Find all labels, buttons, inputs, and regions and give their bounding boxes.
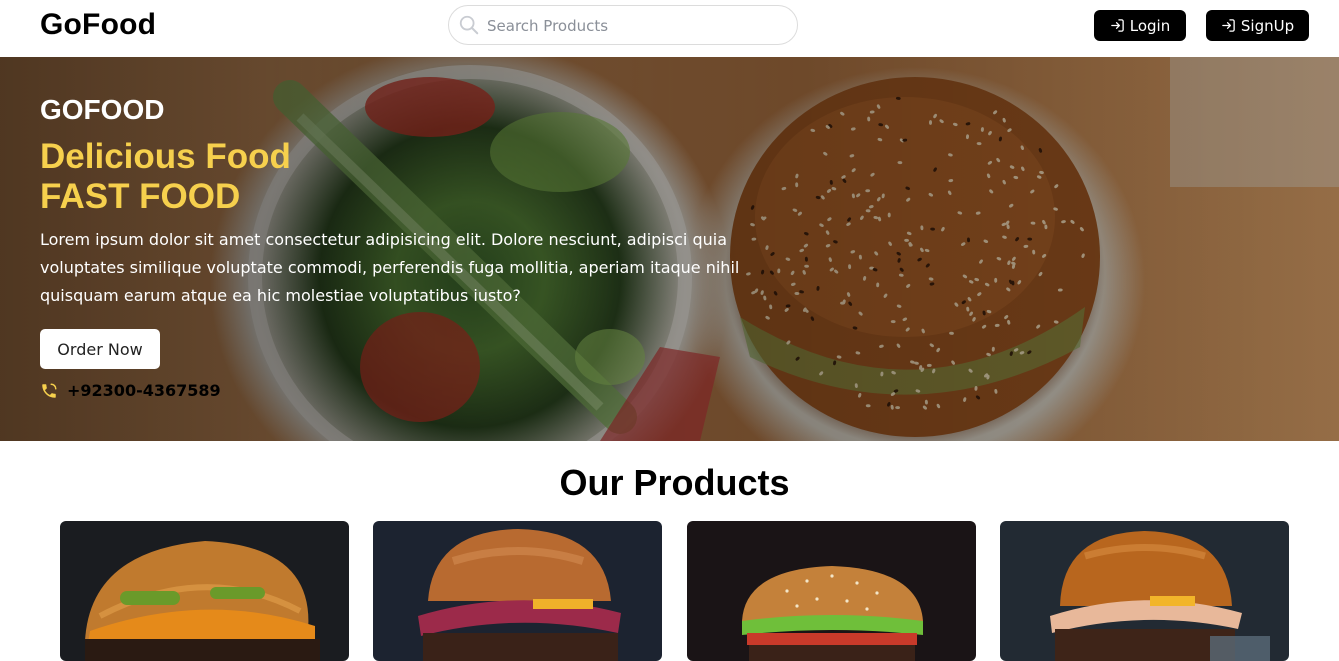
burger-image [687,521,976,661]
search-icon [459,15,479,35]
login-label: Login [1129,16,1171,35]
phone-contact[interactable]: +92300-4367589 [40,381,221,400]
login-icon [1110,19,1124,32]
products-heading: Our Products [559,462,790,503]
search-bar[interactable] [448,5,798,45]
burger-image [373,521,662,661]
hero-kicker: GOFOOD [40,94,165,125]
burger-image [1000,521,1289,661]
hero-description: Lorem ipsum dolor sit amet consectetur a… [40,230,740,305]
login-icon [1222,19,1235,32]
phone-icon [42,383,57,398]
phone-number: +92300-4367589 [67,381,221,400]
hero-banner: GOFOOD Delicious Food FAST FOOD Lorem ip… [0,57,1339,441]
login-button[interactable]: Login [1094,10,1186,41]
order-now-button[interactable]: Order Now [40,329,160,369]
signup-button[interactable]: SignUp [1206,10,1309,41]
signup-label: SignUp [1240,16,1295,35]
hero-title-line2: FAST FOOD [40,177,241,216]
navbar: GoFood Login SignUp [0,0,1339,57]
product-card[interactable] [1000,521,1289,661]
hero-title-line1: Delicious Food [40,137,291,176]
product-card[interactable] [687,521,976,661]
product-card[interactable] [60,521,349,661]
search-input[interactable] [487,12,787,40]
burger-image [60,521,349,661]
product-card[interactable] [373,521,662,661]
brand-logo[interactable]: GoFood [40,8,156,42]
